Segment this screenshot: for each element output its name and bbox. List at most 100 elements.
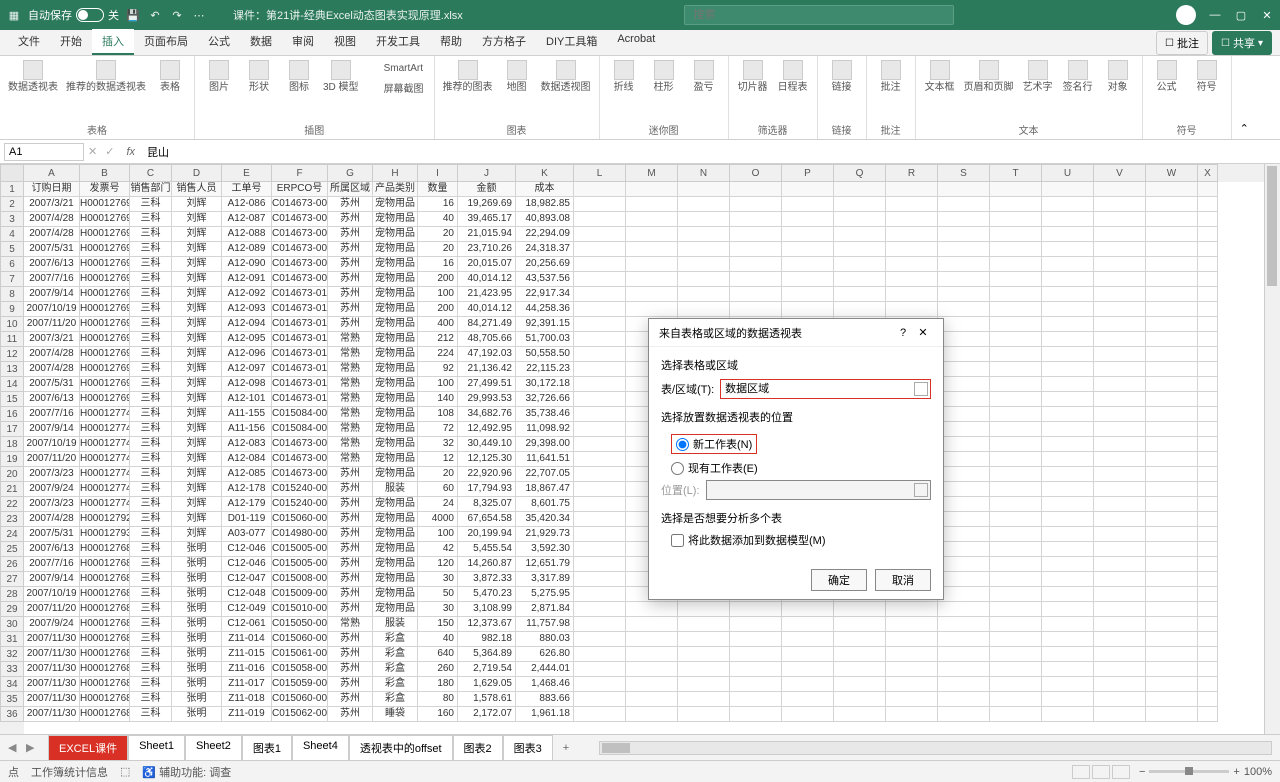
cell[interactable] xyxy=(990,467,1042,482)
cell[interactable] xyxy=(678,707,730,722)
row-header[interactable]: 22 xyxy=(0,497,24,512)
cell[interactable]: 常熟 xyxy=(328,422,373,437)
cell[interactable] xyxy=(886,257,938,272)
cell[interactable] xyxy=(1198,617,1218,632)
cell[interactable] xyxy=(1146,572,1198,587)
cell[interactable] xyxy=(730,302,782,317)
col-header[interactable]: G xyxy=(328,164,373,182)
cell[interactable] xyxy=(782,302,834,317)
cell[interactable]: 三科 xyxy=(130,632,172,647)
cell[interactable] xyxy=(1146,287,1198,302)
cell[interactable] xyxy=(990,362,1042,377)
cell[interactable] xyxy=(938,617,990,632)
cell[interactable] xyxy=(1198,407,1218,422)
cell[interactable]: H00012768 xyxy=(80,692,130,707)
cell[interactable] xyxy=(1198,662,1218,677)
cell[interactable]: 三科 xyxy=(130,362,172,377)
cell[interactable]: H00012774 xyxy=(80,422,130,437)
col-header[interactable]: F xyxy=(272,164,328,182)
dialog-close-icon[interactable]: ✕ xyxy=(913,326,933,339)
cell[interactable] xyxy=(1042,602,1094,617)
cell[interactable] xyxy=(574,197,626,212)
cell[interactable]: 50,558.50 xyxy=(516,347,574,362)
tab-公式[interactable]: 公式 xyxy=(198,29,240,55)
row-header[interactable]: 19 xyxy=(0,452,24,467)
cell[interactable]: 宠物用品 xyxy=(373,557,418,572)
cell[interactable]: 12,492.95 xyxy=(458,422,516,437)
cell[interactable] xyxy=(626,617,678,632)
cell[interactable]: 120 xyxy=(418,557,458,572)
cell[interactable]: 30 xyxy=(418,602,458,617)
cell[interactable]: C015084-002 xyxy=(272,422,328,437)
cell[interactable] xyxy=(886,692,938,707)
cell[interactable]: 三科 xyxy=(130,257,172,272)
cell[interactable] xyxy=(1198,227,1218,242)
cell[interactable] xyxy=(990,632,1042,647)
cell[interactable]: 2,444.01 xyxy=(516,662,574,677)
cell[interactable] xyxy=(938,257,990,272)
cell[interactable]: 72 xyxy=(418,422,458,437)
cell[interactable]: A12-178 xyxy=(222,482,272,497)
cell[interactable]: 21,929.73 xyxy=(516,527,574,542)
cell[interactable] xyxy=(782,692,834,707)
col-header[interactable]: S xyxy=(938,164,990,182)
cell[interactable]: 三科 xyxy=(130,437,172,452)
cell[interactable]: 200 xyxy=(418,302,458,317)
cell[interactable] xyxy=(1094,452,1146,467)
ribbon-艺术字[interactable]: 艺术字 xyxy=(1022,60,1054,93)
cell[interactable] xyxy=(1198,572,1218,587)
cell[interactable] xyxy=(1042,197,1094,212)
cell[interactable] xyxy=(730,242,782,257)
cell[interactable]: 三科 xyxy=(130,587,172,602)
cell[interactable]: 三科 xyxy=(130,602,172,617)
cell[interactable]: 宠物用品 xyxy=(373,197,418,212)
cell[interactable]: 2007/11/20 xyxy=(24,602,80,617)
cell[interactable]: 18,867.47 xyxy=(516,482,574,497)
cell[interactable]: 宠物用品 xyxy=(373,227,418,242)
cell[interactable]: H00012769 xyxy=(80,347,130,362)
cell[interactable] xyxy=(574,632,626,647)
cell[interactable]: 睡袋 xyxy=(373,707,418,722)
cell[interactable]: 34,682.76 xyxy=(458,407,516,422)
cell[interactable] xyxy=(1042,662,1094,677)
cell[interactable] xyxy=(1146,452,1198,467)
cell[interactable]: 张明 xyxy=(172,662,222,677)
cell[interactable]: Z11-014 xyxy=(222,632,272,647)
cell[interactable] xyxy=(1042,692,1094,707)
cell[interactable]: 67,654.58 xyxy=(458,512,516,527)
cell[interactable] xyxy=(938,407,990,422)
cell[interactable] xyxy=(574,482,626,497)
cell[interactable]: C014673-002 xyxy=(272,452,328,467)
ribbon-对象[interactable]: 对象 xyxy=(1102,60,1134,93)
cell[interactable]: 苏州 xyxy=(328,272,373,287)
col-header[interactable]: X xyxy=(1198,164,1218,182)
cell[interactable]: 苏州 xyxy=(328,512,373,527)
cell[interactable]: C014673-008 xyxy=(272,257,328,272)
cell[interactable] xyxy=(1198,527,1218,542)
cell[interactable] xyxy=(1198,467,1218,482)
cell[interactable]: 三科 xyxy=(130,677,172,692)
cell[interactable] xyxy=(574,377,626,392)
cell[interactable]: 三科 xyxy=(130,707,172,722)
cell[interactable]: H00012768 xyxy=(80,587,130,602)
row-header[interactable]: 13 xyxy=(0,362,24,377)
cell[interactable]: 张明 xyxy=(172,617,222,632)
cell[interactable] xyxy=(990,677,1042,692)
cell[interactable] xyxy=(990,347,1042,362)
cell[interactable]: 宠物用品 xyxy=(373,392,418,407)
cell[interactable] xyxy=(990,227,1042,242)
cell[interactable]: 刘辉 xyxy=(172,527,222,542)
cell[interactable] xyxy=(1042,467,1094,482)
cell[interactable]: 51,700.03 xyxy=(516,332,574,347)
comments-button[interactable]: ☐ 批注 xyxy=(1156,31,1208,55)
row-header[interactable]: 33 xyxy=(0,662,24,677)
cell[interactable]: 宠物用品 xyxy=(373,437,418,452)
cell[interactable] xyxy=(1042,632,1094,647)
cell[interactable]: H00012769 xyxy=(80,212,130,227)
cell[interactable]: 2007/4/28 xyxy=(24,227,80,242)
cell[interactable]: 刘辉 xyxy=(172,452,222,467)
cell[interactable]: 宠物用品 xyxy=(373,302,418,317)
sheet-tab-透视表中的offset[interactable]: 透视表中的offset xyxy=(349,735,453,761)
cell[interactable]: 刘辉 xyxy=(172,437,222,452)
row-header[interactable]: 10 xyxy=(0,317,24,332)
